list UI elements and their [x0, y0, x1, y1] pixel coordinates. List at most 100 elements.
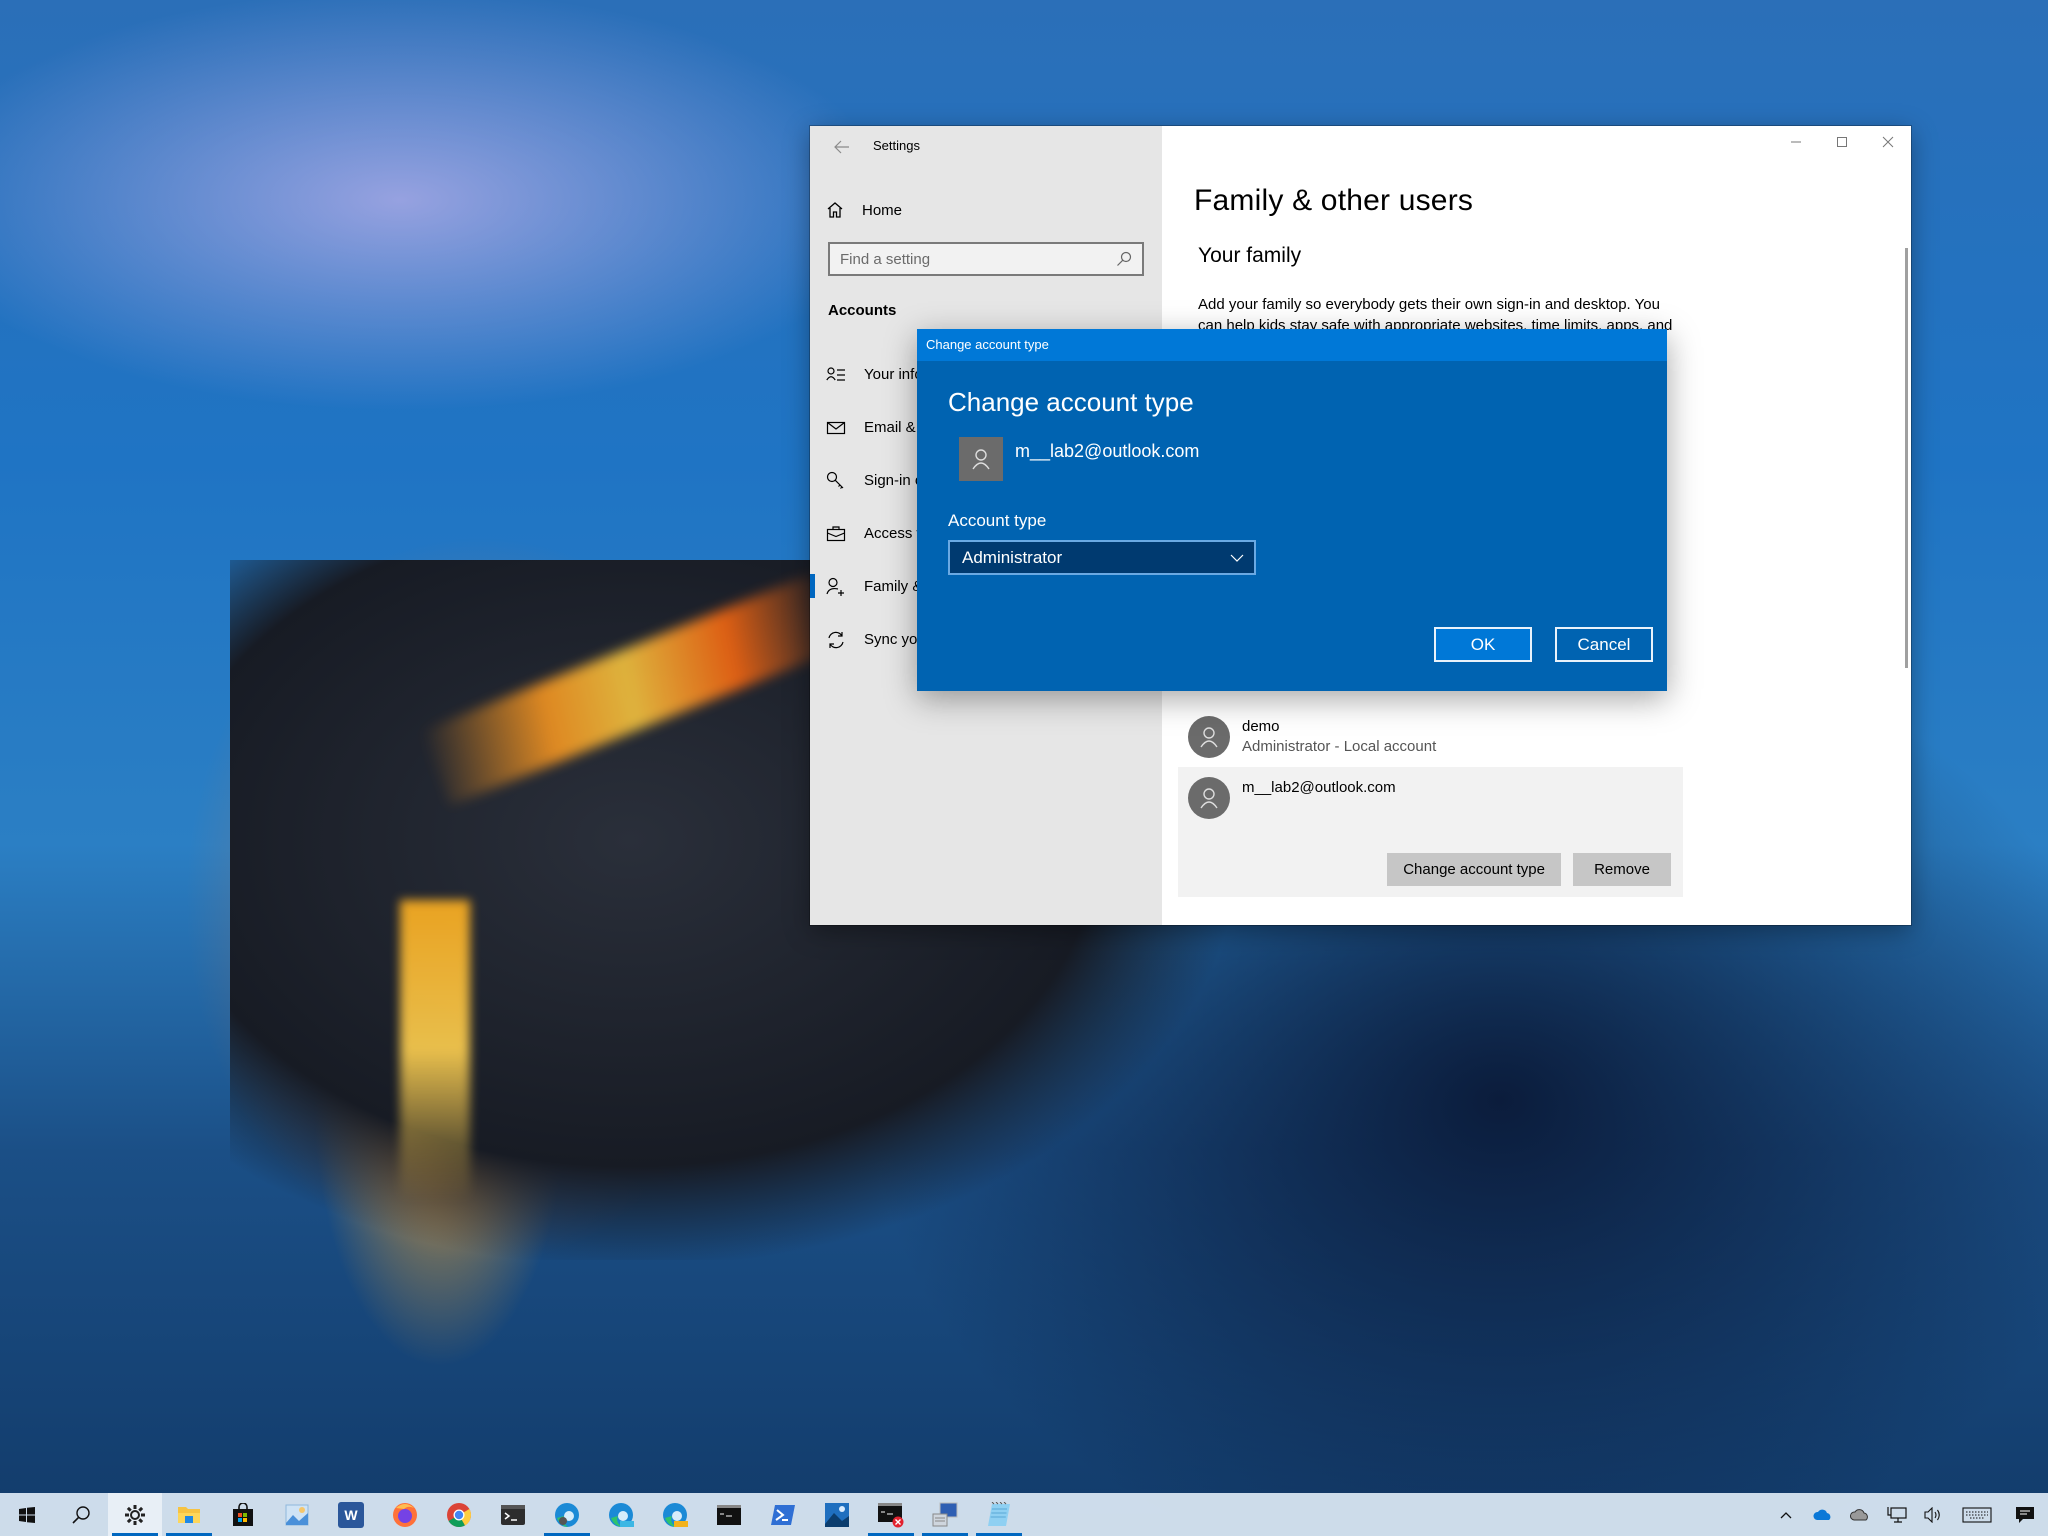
account-type-dropdown[interactable]: Administrator — [948, 540, 1256, 575]
maximize-button[interactable] — [1819, 126, 1865, 158]
notepad-icon — [988, 1501, 1010, 1526]
taskbar-edge-beta[interactable] — [594, 1493, 648, 1536]
folder-icon — [178, 1506, 200, 1523]
taskbar-cmd-error[interactable] — [864, 1493, 918, 1536]
chevron-down-icon — [1230, 554, 1244, 562]
cloud-blue-icon — [1812, 1509, 1830, 1520]
user-name: m__lab2@outlook.com — [1242, 779, 1396, 796]
volume-tray[interactable] — [1915, 1493, 1952, 1536]
ok-button[interactable]: OK — [1434, 627, 1532, 662]
notification-icon — [2016, 1506, 2034, 1523]
mail-icon — [826, 418, 846, 438]
gear-icon — [125, 1504, 145, 1525]
taskbar-store[interactable] — [216, 1493, 270, 1536]
taskbar-edge-canary[interactable] — [648, 1493, 702, 1536]
close-button[interactable] — [1865, 126, 1911, 158]
minimize-button[interactable] — [1773, 126, 1819, 158]
keyboard-icon — [1962, 1506, 1992, 1523]
chevron-up-icon — [1780, 1511, 1791, 1518]
window-title: Settings — [873, 138, 920, 153]
search-icon[interactable] — [1116, 251, 1132, 267]
edge-beta-icon — [609, 1502, 634, 1527]
user-row-actions: Change account type Remove — [1387, 853, 1671, 886]
briefcase-icon — [826, 524, 846, 544]
person-add-icon — [826, 577, 846, 597]
taskbar-chrome[interactable] — [432, 1493, 486, 1536]
dialog-heading: Change account type — [948, 387, 1194, 417]
onedrive-tray[interactable] — [1804, 1493, 1841, 1536]
search-button[interactable] — [54, 1493, 108, 1536]
windows-logo-icon — [19, 1506, 35, 1523]
action-center-button[interactable] — [2002, 1493, 2048, 1536]
key-icon — [826, 471, 846, 491]
taskbar-firefox[interactable] — [378, 1493, 432, 1536]
edge-canary-icon — [663, 1502, 688, 1527]
home-icon — [826, 201, 844, 219]
accounts-section-label: Accounts — [828, 302, 897, 319]
taskbar-powershell[interactable] — [756, 1493, 810, 1536]
cancel-button[interactable]: Cancel — [1555, 627, 1653, 662]
account-type-label: Account type — [948, 511, 1047, 530]
start-button[interactable] — [0, 1493, 54, 1536]
onedrive-personal-tray[interactable] — [1841, 1493, 1878, 1536]
search-input[interactable] — [840, 250, 1116, 268]
powershell-icon — [771, 1504, 795, 1525]
account-type-value: Administrator — [962, 547, 1063, 567]
taskbar-network-manager[interactable] — [918, 1493, 972, 1536]
taskbar-notepad[interactable] — [972, 1493, 1026, 1536]
cloud-gray-icon — [1849, 1508, 1868, 1520]
arrow-left-icon — [834, 140, 849, 154]
change-account-type-dialog: Change account type Change account type … — [917, 329, 1667, 691]
taskbar-edge-dev[interactable] — [540, 1493, 594, 1536]
nav-label: Your info — [864, 366, 923, 383]
user-row-demo[interactable]: demo Administrator - Local account — [1178, 706, 1683, 768]
content-scrollbar[interactable] — [1905, 248, 1908, 668]
touch-keyboard-tray[interactable] — [1952, 1493, 2002, 1536]
taskbar-image-editor[interactable] — [270, 1493, 324, 1536]
network-icon — [1886, 1506, 1907, 1523]
taskbar-settings[interactable] — [108, 1493, 162, 1536]
dialog-user-email: m__lab2@outlook.com — [1015, 441, 1200, 461]
user-name: demo — [1242, 718, 1280, 735]
dialog-user: m__lab2@outlook.com — [959, 437, 1199, 481]
show-hidden-icons-button[interactable] — [1767, 1493, 1804, 1536]
terminal-icon — [501, 1504, 525, 1525]
taskbar-file-explorer[interactable] — [162, 1493, 216, 1536]
user-row-selected[interactable]: m__lab2@outlook.com Change account type … — [1178, 767, 1683, 897]
taskbar-photos[interactable] — [810, 1493, 864, 1536]
wallpaper-lava — [420, 574, 840, 806]
person-icon — [1200, 788, 1218, 809]
avatar — [1188, 716, 1230, 758]
chrome-icon — [447, 1502, 472, 1527]
page-title: Family & other users — [1194, 184, 1474, 217]
network-tray[interactable] — [1878, 1493, 1915, 1536]
taskbar: W — [0, 1493, 2048, 1536]
taskbar-terminal[interactable] — [486, 1493, 540, 1536]
system-tray — [1767, 1493, 2048, 1536]
close-icon — [1882, 136, 1894, 148]
section-title: Your family — [1198, 244, 1302, 267]
find-setting-search[interactable] — [828, 242, 1144, 276]
taskbar-command-prompt[interactable] — [702, 1493, 756, 1536]
home-label: Home — [862, 201, 903, 219]
cmd-icon — [717, 1504, 741, 1525]
photos-icon — [825, 1502, 849, 1527]
person-icon — [1200, 727, 1218, 748]
user-account-type: Administrator - Local account — [1242, 738, 1437, 755]
remove-button[interactable]: Remove — [1573, 853, 1671, 886]
sync-icon — [826, 630, 846, 650]
cmd-error-icon — [878, 1502, 904, 1527]
store-bag-icon — [233, 1502, 253, 1526]
back-button[interactable] — [826, 134, 858, 162]
edge-icon — [555, 1502, 579, 1527]
avatar — [959, 437, 1003, 481]
image-edit-icon — [285, 1504, 309, 1525]
taskbar-word[interactable]: W — [324, 1493, 378, 1536]
maximize-icon — [1837, 137, 1847, 147]
search-icon — [72, 1505, 90, 1524]
computer-network-icon — [932, 1502, 958, 1526]
firefox-icon — [393, 1502, 417, 1527]
change-account-type-button[interactable]: Change account type — [1387, 853, 1561, 886]
sidebar-home[interactable]: Home — [826, 194, 902, 226]
avatar — [1188, 777, 1230, 819]
